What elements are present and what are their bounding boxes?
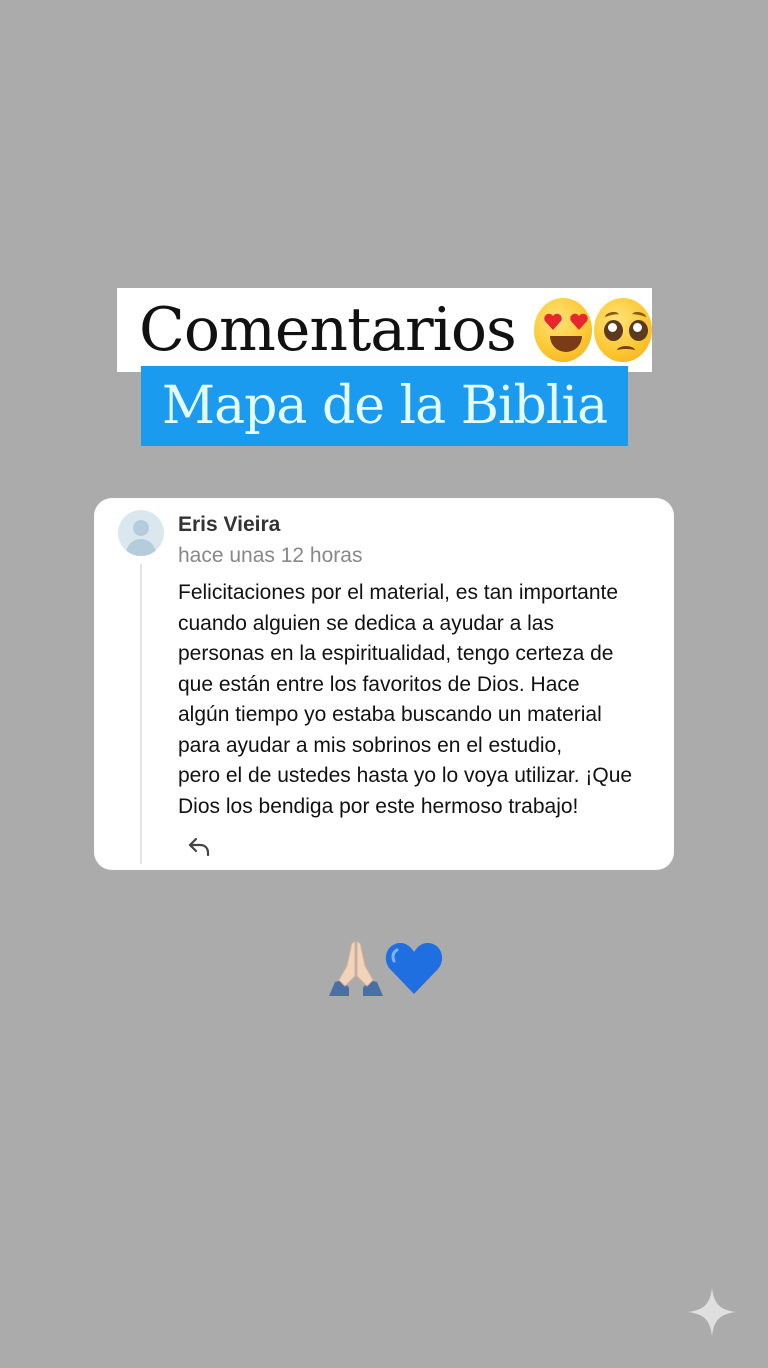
avatar[interactable] [118,510,164,556]
title-banner: Comentarios [117,288,652,372]
comment-line: Felicitaciones por el material, es tan i… [178,581,619,604]
comment-card: Eris Vieira hace unas 12 horas Felicitac… [94,498,674,870]
reply-arrow-icon[interactable] [186,834,212,860]
bottom-emojis [325,936,447,998]
comment-line: para ayudar a mis sobrinos en el estudio… [178,733,563,757]
comment-line: que están entre los favoritos de Dios. H… [178,672,580,696]
comment-line: cuando alguien se dedica a ayudar a las [178,611,554,635]
subtitle-banner: Mapa de la Biblia [141,366,628,446]
heart-eyes-emoji-icon [533,298,592,362]
blue-heart-icon [385,942,443,994]
pleading-face-emoji-icon [593,298,652,362]
comment-author[interactable]: Eris Vieira [178,513,280,537]
comment-line: personas en la espiritualidad, tengo cer… [178,642,614,665]
subtitle-text: Mapa de la Biblia [161,376,608,436]
comment-line: pero el de ustedes hasta yo lo voya util… [178,764,633,787]
sparkle-icon [688,1288,736,1336]
comment-timestamp: hace unas 12 horas [178,544,363,567]
comment-line: algún tiempo yo estaba buscando un mater… [178,703,602,726]
title-text: Comentarios [139,295,517,365]
thread-line [140,564,142,864]
comment-line: Dios los bendiga por este hermoso trabaj… [178,794,579,818]
comment-body: Felicitaciones por el material, es tan i… [178,578,666,822]
praying-hands-icon [329,941,383,996]
